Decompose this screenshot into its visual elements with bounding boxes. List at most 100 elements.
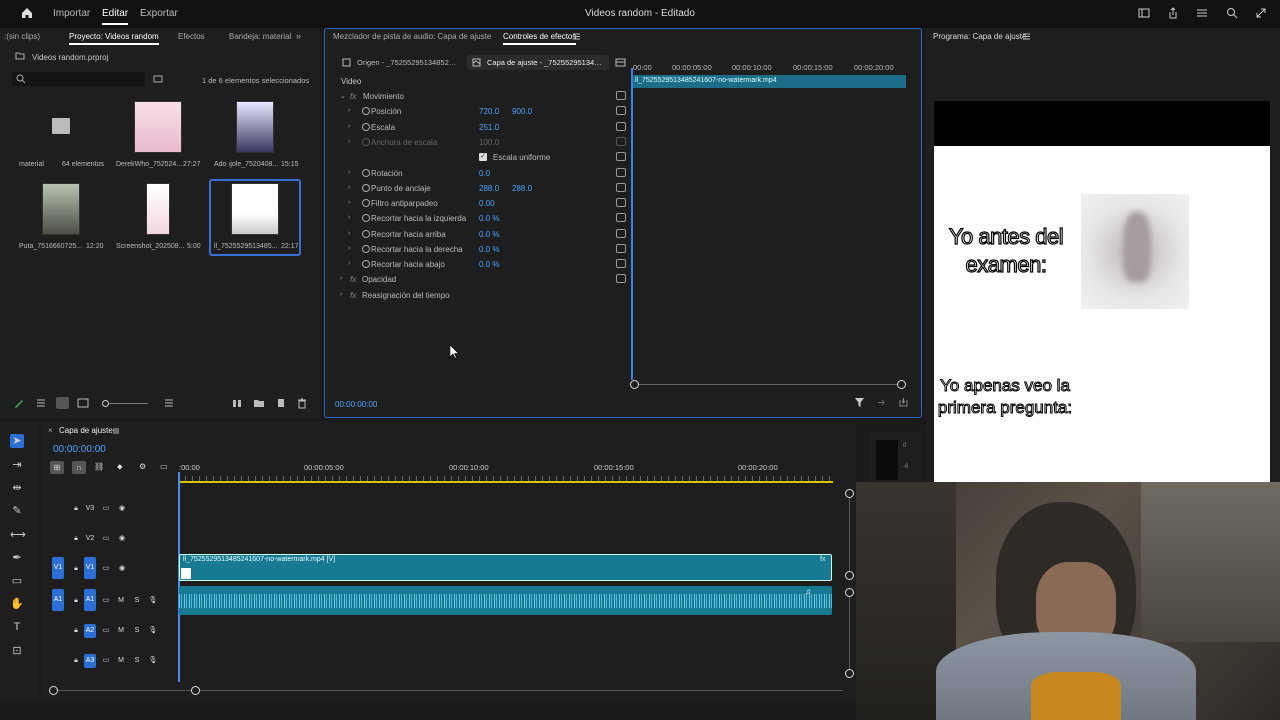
timeline-zoom-handle-right[interactable] [191,686,200,695]
reset-icon[interactable] [616,259,626,268]
chevron-down-icon[interactable]: ⌄ [340,92,346,100]
bin-folder-icon[interactable] [52,118,70,134]
audio-clip[interactable]: ♫ [179,586,832,615]
effect-value[interactable]: 900.0 [512,107,532,116]
chevron-right-icon[interactable]: › [348,169,350,176]
chevron-right-icon[interactable]: › [348,260,350,267]
new-bin-icon[interactable] [153,74,163,84]
effect-value[interactable]: 100.0 [479,138,499,147]
new-folder-icon[interactable] [253,397,265,409]
fx-icon[interactable]: fx [350,291,356,300]
stopwatch-icon[interactable] [362,107,370,115]
sequence-tab[interactable]: Capa de ajuste [59,426,113,435]
effect-row[interactable]: › Recortar hacia arriba 0.0 % [340,227,630,242]
timeline-timecode[interactable]: 00:00:00:00 [53,444,106,455]
effect-value[interactable]: 251.0 [479,123,499,132]
track-label[interactable]: A2 [84,624,96,638]
chevron-right-icon[interactable]: › [348,107,350,114]
sequence-menu-icon[interactable] [112,427,120,435]
stopwatch-icon[interactable] [362,169,370,177]
pencil-icon[interactable] [13,397,25,409]
ec-clip-bar[interactable]: ll_7525529513485241607-no-watermark.mp4 [633,75,906,88]
captions-tool-icon[interactable]: ⊡ [10,644,24,658]
filter-icon[interactable] [854,397,865,408]
microphone-icon[interactable]: 🎙︎ [147,624,159,638]
v-scroll-track[interactable] [849,498,850,572]
stopwatch-icon[interactable] [362,230,370,238]
icon-view-button[interactable] [56,397,69,409]
hand-tool-icon[interactable]: ✋ [10,597,24,611]
source-patch-a1[interactable]: A1 [52,589,64,611]
stopwatch-icon[interactable] [362,214,370,222]
reset-icon[interactable] [616,91,626,100]
fx-icon[interactable]: fx [350,275,356,284]
lock-icon[interactable]: 🔒︎ [70,502,82,516]
tab-bin-material[interactable]: Bandeja: material [229,32,291,41]
track-label[interactable]: V2 [84,532,96,546]
clip-thumbnail[interactable] [236,101,274,153]
share-icon[interactable] [1166,6,1180,20]
tab-no-clips[interactable]: :(sin clips) [4,32,40,41]
play-audio-icon[interactable] [876,397,887,408]
selection-tool-icon[interactable]: ➤ [10,434,24,448]
linked-selection-icon[interactable]: ⛓ [94,462,104,471]
ec-playhead[interactable] [631,68,633,380]
reset-icon[interactable] [616,274,626,283]
stopwatch-icon[interactable] [362,260,370,268]
reset-icon[interactable] [616,198,626,207]
a-scroll-handle[interactable] [845,588,854,597]
effect-row[interactable]: › Posición 720.0 900.0 [340,104,630,119]
uniform-scale-checkbox[interactable]: ✓ [479,153,487,161]
mute-button[interactable]: M [115,624,127,638]
rectangle-tool-icon[interactable]: ▭ [10,574,24,588]
ripple-edit-tool-icon[interactable]: ⇹ [10,481,24,495]
track-label[interactable]: A1 [84,589,96,611]
sync-lock-icon[interactable]: ▭ [100,562,112,576]
expand-icon[interactable] [1254,6,1268,20]
automate-icon[interactable] [231,397,243,409]
ec-zoom-scrollbar[interactable] [634,384,902,385]
chevron-right-icon[interactable]: › [340,291,342,298]
track-select-tool-icon[interactable]: ⇥ [10,458,24,472]
workspace-icon[interactable] [1137,6,1151,20]
sync-lock-icon[interactable]: ▭ [100,624,112,638]
effect-value[interactable]: 0.0 [479,169,490,178]
solo-button[interactable]: S [131,654,143,668]
nest-toggle-button[interactable]: ⊞ [50,461,64,474]
reset-icon[interactable] [616,168,626,177]
lock-icon[interactable]: 🔒︎ [70,532,82,546]
mute-button[interactable]: M [115,654,127,668]
close-sequence-icon[interactable]: × [48,426,53,435]
chevron-right-icon[interactable]: › [348,214,350,221]
fx-icon[interactable]: fx [350,92,356,101]
sync-lock-icon[interactable]: ▭ [100,532,112,546]
effect-row[interactable]: › fx Reasignación del tiempo [340,288,630,303]
lock-icon[interactable]: 🔒︎ [70,562,82,576]
lock-icon[interactable]: 🔒︎ [70,654,82,668]
nav-import[interactable]: Importar [53,8,90,19]
track-label[interactable]: A3 [84,654,96,668]
clip-thumbnail[interactable] [42,183,80,235]
solo-button[interactable]: S [131,624,143,638]
video-clip[interactable]: ll_7525529513485241607-no-watermark.mp4 … [179,554,832,581]
eye-icon[interactable]: ◉ [116,502,128,516]
effect-value[interactable]: 0.00 [479,199,495,208]
wrench-icon[interactable]: ⚙ [139,462,146,471]
effect-row[interactable]: › Filtro antiparpadeo 0.00 [340,196,630,211]
slip-tool-icon[interactable]: ⟷ [10,528,26,542]
effect-value[interactable]: 720.0 [479,107,499,116]
v-scroll-handle[interactable] [845,571,854,580]
effect-value[interactable]: 0.0 % [479,245,499,254]
sync-lock-icon[interactable]: ▭ [100,502,112,516]
a-scroll-track[interactable] [849,597,850,669]
ec-timecode[interactable]: 00:00:00:00 [335,400,377,409]
stopwatch-icon[interactable] [362,199,370,207]
menu-icon[interactable] [1195,6,1209,20]
add-marker-icon[interactable]: ⬥ [117,462,123,472]
effect-row[interactable]: › Rotación 0.0 [340,166,630,181]
effect-value[interactable]: 288.0 [479,184,499,193]
effect-row[interactable]: › fx Opacidad [340,272,630,287]
tab-effect-controls[interactable]: Controles de efectos [503,32,577,45]
source-tab-origin[interactable]: Origen - _75255295134852… [340,55,462,70]
eye-icon[interactable]: ◉ [116,562,128,576]
